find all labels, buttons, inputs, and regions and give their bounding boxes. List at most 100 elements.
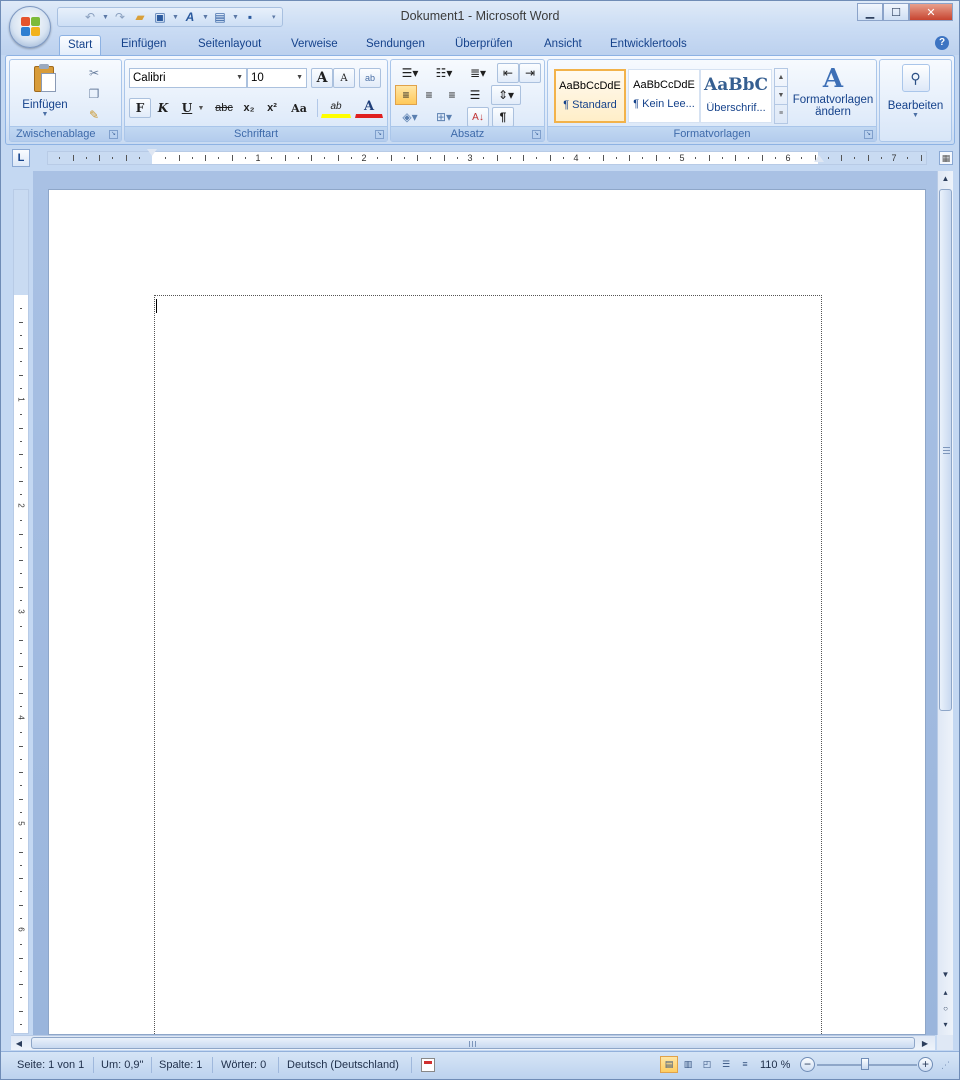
zoom-in-icon[interactable]: + (918, 1057, 933, 1072)
status-position[interactable]: Um: 0,9" (101, 1056, 143, 1074)
zoom-slider-knob[interactable] (861, 1058, 869, 1070)
open-folder-icon[interactable]: ▰ (132, 9, 148, 25)
scroll-down-icon[interactable]: ▼ (938, 967, 953, 983)
align-left-button[interactable]: ≡ (395, 85, 417, 105)
close-button[interactable]: ✕ (909, 3, 953, 21)
editing-button[interactable]: ⚲ Bearbeiten ▼ (880, 64, 951, 119)
zoom-level[interactable]: 110 % (760, 1056, 790, 1074)
styles-scroll-up-icon[interactable]: ▲ (775, 69, 787, 87)
style-standard[interactable]: AaBbCcDdE ¶ Standard (554, 69, 626, 123)
horizontal-scrollbar[interactable]: ◀ ▶ (11, 1035, 935, 1050)
tab-ueberpruefen[interactable]: Überprüfen (455, 35, 513, 55)
redo-icon[interactable]: ↷ (112, 9, 128, 25)
clipboard-launcher-icon[interactable]: ↘ (109, 130, 118, 139)
editing-dropdown-icon[interactable]: ▼ (880, 112, 951, 119)
tab-sendungen[interactable]: Sendungen (366, 35, 425, 55)
macro-record-icon[interactable] (421, 1058, 435, 1072)
styles-scroll-down-icon[interactable]: ▼ (775, 87, 787, 105)
paragraph-launcher-icon[interactable]: ↘ (532, 130, 541, 139)
help-icon[interactable]: ? (935, 36, 949, 50)
strikethrough-button[interactable]: abc (211, 98, 237, 118)
browse-object-icon[interactable]: ○ (938, 1001, 953, 1017)
styles-gallery-scroll[interactable]: ▲ ▼ ≡ (774, 68, 788, 124)
italic-button[interactable]: K (152, 98, 174, 118)
customize-qat-icon[interactable]: ▾ (272, 13, 278, 21)
clear-format-button[interactable]: ab (359, 68, 381, 88)
highlight-button[interactable]: ab (321, 98, 351, 118)
document-dropdown-icon[interactable]: ▼ (232, 14, 239, 21)
scroll-up-icon[interactable]: ▲ (938, 171, 953, 187)
tab-start[interactable]: Start (59, 35, 102, 55)
paste-button[interactable]: Einfügen ▼ (20, 64, 70, 118)
align-center-button[interactable]: ≡ (418, 85, 440, 105)
print-dropdown-icon[interactable]: ▼ (172, 14, 179, 21)
save-icon[interactable]: ▪ (242, 9, 258, 25)
zoom-out-icon[interactable]: − (800, 1057, 815, 1072)
maximize-button[interactable]: ☐ (883, 3, 909, 21)
status-language[interactable]: Deutsch (Deutschland) (287, 1056, 399, 1074)
outline-view-icon[interactable]: ☰ (717, 1056, 735, 1073)
font-size-combo[interactable]: 10 ▼ (247, 68, 307, 88)
shading-button[interactable]: ◈▾ (395, 107, 425, 127)
status-words[interactable]: Wörter: 0 (221, 1056, 266, 1074)
line-spacing-button[interactable]: ⇕▾ (491, 85, 521, 105)
document-icon[interactable]: ▤ (212, 9, 228, 25)
undo-dropdown-icon[interactable]: ▼ (102, 14, 109, 21)
spelling-icon[interactable]: A (182, 9, 198, 25)
copy-icon[interactable]: ❐ (86, 86, 102, 102)
status-page[interactable]: Seite: 1 von 1 (17, 1056, 84, 1074)
horizontal-scroll-thumb[interactable] (31, 1037, 915, 1049)
styles-launcher-icon[interactable]: ↘ (864, 130, 873, 139)
print-layout-view-icon[interactable]: ▤ (660, 1056, 678, 1073)
view-ruler-icon[interactable]: ▦ (939, 151, 953, 165)
status-column[interactable]: Spalte: 1 (159, 1056, 202, 1074)
bold-button[interactable]: F (129, 98, 151, 118)
tab-entwicklertools[interactable]: Entwicklertools (610, 35, 687, 55)
tab-ansicht[interactable]: Ansicht (544, 35, 582, 55)
numbering-button[interactable]: ☷▾ (429, 63, 459, 83)
font-name-dropdown-icon[interactable]: ▼ (236, 69, 243, 87)
vertical-scroll-thumb[interactable] (939, 189, 952, 711)
styles-more-icon[interactable]: ≡ (775, 105, 787, 123)
scroll-left-icon[interactable]: ◀ (11, 1036, 27, 1051)
horizontal-ruler[interactable]: 1 2 3 4 5 6 7 (47, 149, 927, 165)
scroll-right-icon[interactable]: ▶ (917, 1036, 933, 1051)
font-color-button[interactable]: A (355, 98, 383, 118)
shrink-font-button[interactable]: A (333, 68, 355, 88)
font-name-combo[interactable]: Calibri ▼ (129, 68, 247, 88)
borders-button[interactable]: ⊞▾ (429, 107, 459, 127)
vertical-scrollbar[interactable]: ▲ ▼ ▴ ○ ▾ (937, 171, 953, 1035)
sort-button[interactable]: A↓ (467, 107, 489, 127)
decrease-indent-button[interactable]: ⇤ (497, 63, 519, 83)
show-formatting-button[interactable]: ¶ (492, 107, 514, 127)
document-page[interactable] (48, 189, 926, 1040)
spelling-dropdown-icon[interactable]: ▼ (202, 14, 209, 21)
multilevel-list-button[interactable]: ≣▾ (463, 63, 493, 83)
align-right-button[interactable]: ≡ (441, 85, 463, 105)
change-case-button[interactable]: Aa (284, 98, 314, 118)
office-button[interactable] (9, 6, 51, 48)
tab-selector-button[interactable]: L (12, 149, 30, 167)
increase-indent-button[interactable]: ⇥ (519, 63, 541, 83)
justify-button[interactable]: ☰ (464, 85, 486, 105)
print-preview-icon[interactable]: ▣ (152, 9, 168, 25)
first-line-indent-marker[interactable] (147, 149, 157, 156)
tab-einfuegen[interactable]: Einfügen (121, 35, 166, 55)
text-area[interactable] (154, 295, 822, 1040)
format-painter-icon[interactable]: ✎ (86, 107, 102, 123)
full-screen-reading-view-icon[interactable]: ▥ (679, 1056, 697, 1073)
previous-page-icon[interactable]: ▴ (938, 985, 953, 1001)
cut-icon[interactable]: ✂ (86, 65, 102, 81)
font-launcher-icon[interactable]: ↘ (375, 130, 384, 139)
right-indent-marker[interactable] (814, 155, 824, 162)
paste-dropdown-icon[interactable]: ▼ (20, 111, 70, 118)
next-page-icon[interactable]: ▾ (938, 1017, 953, 1033)
style-kein-leerraum[interactable]: AaBbCcDdE ¶ Kein Lee... (628, 69, 700, 123)
superscript-button[interactable]: x² (261, 98, 283, 118)
subscript-button[interactable]: x₂ (238, 98, 260, 118)
underline-button[interactable]: U (176, 98, 198, 118)
undo-icon[interactable]: ↶ (82, 9, 98, 25)
tab-verweise[interactable]: Verweise (291, 35, 338, 55)
web-layout-view-icon[interactable]: ◰ (698, 1056, 716, 1073)
vertical-ruler[interactable]: 1 2 3 4 5 6 (13, 189, 29, 1034)
